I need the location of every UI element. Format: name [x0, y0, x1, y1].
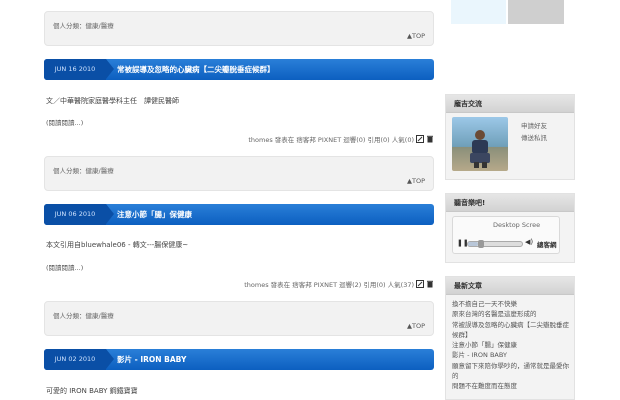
player-track-label: Desktop Scree	[493, 221, 541, 229]
edit-icon[interactable]	[416, 135, 424, 143]
seek-slider[interactable]	[467, 240, 523, 248]
recent-posts-widget: 最新文章 換不擔自己一天不快樂 原來台灣的名醫是這麼形成的 常被誤導及忽略的心臟…	[445, 276, 575, 400]
recent-post-link[interactable]: 注意小節「腸」保健康	[452, 340, 570, 350]
back-to-top-link[interactable]: ▲TOP	[407, 32, 425, 40]
music-player: Desktop Scree ❚❚ ◀) 總客網	[452, 216, 560, 254]
category-link[interactable]: 個人分類：健康/醫療	[53, 20, 114, 30]
recent-post-link[interactable]: 原來台灣的名醫是這麼形成的	[452, 309, 570, 319]
music-widget: 聽音樂吧! Desktop Scree ❚❚ ◀) 總客網	[445, 193, 575, 263]
post-meta-text: thomes 發表在 痞客邦 PIXNET 迴響(0) 引用(0) 人氣(0)	[248, 136, 414, 144]
post-date: JUN 16 2010	[44, 59, 114, 80]
recent-posts-list: 換不擔自己一天不快樂 原來台灣的名醫是這麼形成的 常被誤導及忽略的心臟病【二尖瓣…	[452, 299, 570, 392]
widget-title: 龐吉交流	[446, 95, 574, 113]
back-to-top-link[interactable]: ▲TOP	[407, 177, 425, 185]
back-to-top-link[interactable]: ▲TOP	[407, 322, 425, 330]
seek-handle[interactable]	[478, 240, 484, 248]
post-footer-box: 個人分類：健康/醫療 ▲TOP	[44, 301, 434, 336]
sidebar-banner-image[interactable]	[508, 0, 564, 24]
post-list: 個人分類：健康/醫療 ▲TOP JUN 16 2010 常被誤導及忽略的心臟病【…	[44, 0, 434, 400]
post-title-link[interactable]: 注意小節「腸」保健康	[117, 204, 192, 225]
recent-post-link[interactable]: 願意留下來陪你學吵的，通常就是最愛你的	[452, 361, 570, 382]
post-meta: thomes 發表在 痞客邦 PIXNET 迴響(0) 引用(0) 人氣(0)	[248, 134, 434, 144]
post-title-link[interactable]: 影片 - IRON BABY	[117, 349, 186, 370]
category-link[interactable]: 個人分類：健康/醫療	[53, 165, 114, 175]
post-date: JUN 06 2010	[44, 204, 114, 225]
post-header: JUN 16 2010 常被誤導及忽略的心臟病【二尖瓣脫垂症候群】	[44, 59, 434, 80]
widget-title: 最新文章	[446, 277, 574, 295]
send-message-link[interactable]: 傳送私訊	[521, 132, 547, 142]
post-excerpt: 可愛的 IRON BABY 鋼鐵寶寶	[46, 387, 138, 395]
sidebar-banner-image[interactable]	[451, 0, 506, 24]
edit-icon[interactable]	[416, 280, 424, 288]
trash-icon[interactable]	[426, 280, 434, 288]
player-brand: 總客網	[537, 241, 557, 249]
post-date: JUN 02 2010	[44, 349, 114, 370]
post-excerpt: 文／中華醫院家庭醫學科主任 譚健民醫師	[46, 97, 179, 105]
widget-title: 聽音樂吧!	[446, 194, 574, 212]
post-excerpt: 本文引用自bluewhale06 - 轉文---腸保健康~	[46, 241, 189, 249]
post-meta: thomes 發表在 痞客邦 PIXNET 迴響(2) 引用(0) 人氣(37)	[244, 279, 434, 289]
sidebar: 龐吉交流 申請好友 傳送私訊 聽音樂吧! Desktop Scree ❚❚ ◀)…	[445, 0, 575, 400]
volume-icon[interactable]: ◀)	[525, 238, 533, 246]
recent-post-link[interactable]: 問題不在難度而在態度	[452, 381, 570, 391]
recent-post-link[interactable]: 常被誤導及忽略的心臟病【二尖瓣脫垂症候群】	[452, 320, 570, 341]
recent-post-link[interactable]: 影片 - IRON BABY	[452, 350, 570, 360]
post-footer-box: 個人分類：健康/醫療 ▲TOP	[44, 156, 434, 191]
read-more-link[interactable]: (閱讀閱讀...)	[46, 262, 83, 272]
post-header: JUN 02 2010 影片 - IRON BABY	[44, 349, 434, 370]
recent-post-link[interactable]: 換不擔自己一天不快樂	[452, 299, 570, 309]
post-title-link[interactable]: 常被誤導及忽略的心臟病【二尖瓣脫垂症候群】	[117, 59, 275, 80]
trash-icon[interactable]	[426, 135, 434, 143]
avatar[interactable]	[452, 117, 508, 171]
read-more-link[interactable]: (閱讀閱讀...)	[46, 117, 83, 127]
post-meta-text: thomes 發表在 痞客邦 PIXNET 迴響(2) 引用(0) 人氣(37)	[244, 281, 414, 289]
post-header: JUN 06 2010 注意小節「腸」保健康	[44, 204, 434, 225]
post-footer-box: 個人分類：健康/醫療 ▲TOP	[44, 11, 434, 46]
profile-widget: 龐吉交流 申請好友 傳送私訊	[445, 94, 575, 180]
category-link[interactable]: 個人分類：健康/醫療	[53, 310, 114, 320]
add-friend-link[interactable]: 申請好友	[521, 120, 547, 130]
